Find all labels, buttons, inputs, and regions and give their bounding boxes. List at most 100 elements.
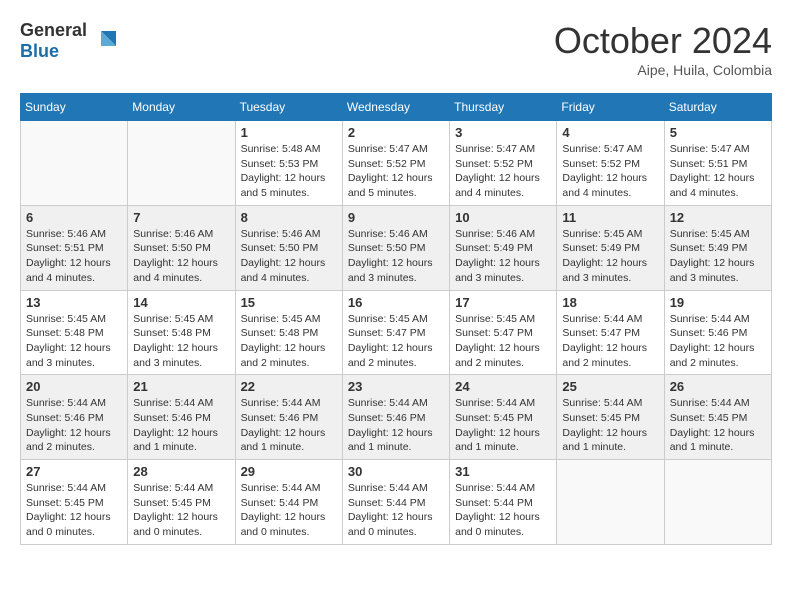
calendar-body: 1 Sunrise: 5:48 AM Sunset: 5:53 PM Daylig…: [21, 121, 772, 545]
day-number: 16: [348, 295, 444, 310]
calendar-cell: 11 Sunrise: 5:45 AM Sunset: 5:49 PM Dayli…: [557, 205, 664, 290]
day-number: 11: [562, 210, 658, 225]
day-number: 8: [241, 210, 337, 225]
calendar-cell: 14 Sunrise: 5:45 AM Sunset: 5:48 PM Dayli…: [128, 290, 235, 375]
day-number: 29: [241, 464, 337, 479]
day-number: 6: [26, 210, 122, 225]
day-info: Sunrise: 5:45 AM Sunset: 5:49 PM Dayligh…: [562, 227, 658, 286]
day-number: 19: [670, 295, 766, 310]
day-info: Sunrise: 5:45 AM Sunset: 5:49 PM Dayligh…: [670, 227, 766, 286]
calendar-cell: 25 Sunrise: 5:44 AM Sunset: 5:45 PM Dayli…: [557, 375, 664, 460]
day-info: Sunrise: 5:46 AM Sunset: 5:50 PM Dayligh…: [348, 227, 444, 286]
day-info: Sunrise: 5:44 AM Sunset: 5:45 PM Dayligh…: [455, 396, 551, 455]
day-info: Sunrise: 5:44 AM Sunset: 5:46 PM Dayligh…: [348, 396, 444, 455]
day-info: Sunrise: 5:47 AM Sunset: 5:52 PM Dayligh…: [455, 142, 551, 201]
day-info: Sunrise: 5:47 AM Sunset: 5:52 PM Dayligh…: [348, 142, 444, 201]
calendar-header: SundayMondayTuesdayWednesdayThursdayFrid…: [21, 94, 772, 121]
calendar-cell: 29 Sunrise: 5:44 AM Sunset: 5:44 PM Dayli…: [235, 460, 342, 545]
calendar-cell: 12 Sunrise: 5:45 AM Sunset: 5:49 PM Dayli…: [664, 205, 771, 290]
day-number: 10: [455, 210, 551, 225]
day-number: 24: [455, 379, 551, 394]
calendar-cell: 4 Sunrise: 5:47 AM Sunset: 5:52 PM Daylig…: [557, 121, 664, 206]
calendar-week-2: 6 Sunrise: 5:46 AM Sunset: 5:51 PM Daylig…: [21, 205, 772, 290]
day-info: Sunrise: 5:44 AM Sunset: 5:45 PM Dayligh…: [26, 481, 122, 540]
calendar-week-4: 20 Sunrise: 5:44 AM Sunset: 5:46 PM Dayli…: [21, 375, 772, 460]
calendar-cell: 16 Sunrise: 5:45 AM Sunset: 5:47 PM Dayli…: [342, 290, 449, 375]
weekday-row: SundayMondayTuesdayWednesdayThursdayFrid…: [21, 94, 772, 121]
day-info: Sunrise: 5:45 AM Sunset: 5:48 PM Dayligh…: [26, 312, 122, 371]
day-number: 20: [26, 379, 122, 394]
calendar-cell: [664, 460, 771, 545]
calendar-cell: 22 Sunrise: 5:44 AM Sunset: 5:46 PM Dayli…: [235, 375, 342, 460]
day-number: 28: [133, 464, 229, 479]
day-number: 3: [455, 125, 551, 140]
day-info: Sunrise: 5:45 AM Sunset: 5:48 PM Dayligh…: [133, 312, 229, 371]
day-info: Sunrise: 5:44 AM Sunset: 5:46 PM Dayligh…: [26, 396, 122, 455]
calendar-cell: 2 Sunrise: 5:47 AM Sunset: 5:52 PM Daylig…: [342, 121, 449, 206]
calendar-cell: [557, 460, 664, 545]
day-number: 9: [348, 210, 444, 225]
calendar-cell: 23 Sunrise: 5:44 AM Sunset: 5:46 PM Dayli…: [342, 375, 449, 460]
title-section: October 2024 Aipe, Huila, Colombia: [554, 20, 772, 78]
weekday-header-sunday: Sunday: [21, 94, 128, 121]
day-number: 5: [670, 125, 766, 140]
day-info: Sunrise: 5:45 AM Sunset: 5:47 PM Dayligh…: [348, 312, 444, 371]
day-info: Sunrise: 5:44 AM Sunset: 5:44 PM Dayligh…: [241, 481, 337, 540]
calendar-week-1: 1 Sunrise: 5:48 AM Sunset: 5:53 PM Daylig…: [21, 121, 772, 206]
calendar: SundayMondayTuesdayWednesdayThursdayFrid…: [20, 93, 772, 545]
day-number: 30: [348, 464, 444, 479]
day-info: Sunrise: 5:44 AM Sunset: 5:45 PM Dayligh…: [562, 396, 658, 455]
calendar-cell: 20 Sunrise: 5:44 AM Sunset: 5:46 PM Dayli…: [21, 375, 128, 460]
day-number: 23: [348, 379, 444, 394]
weekday-header-wednesday: Wednesday: [342, 94, 449, 121]
calendar-cell: 30 Sunrise: 5:44 AM Sunset: 5:44 PM Dayli…: [342, 460, 449, 545]
calendar-cell: 10 Sunrise: 5:46 AM Sunset: 5:49 PM Dayli…: [450, 205, 557, 290]
calendar-cell: 7Sunrise: 5:46 AM Sunset: 5:50 PM Daylig…: [128, 205, 235, 290]
calendar-cell: 6 Sunrise: 5:46 AM Sunset: 5:51 PM Daylig…: [21, 205, 128, 290]
day-info: Sunrise: 5:44 AM Sunset: 5:46 PM Dayligh…: [670, 312, 766, 371]
day-number: 17: [455, 295, 551, 310]
calendar-cell: 24 Sunrise: 5:44 AM Sunset: 5:45 PM Dayli…: [450, 375, 557, 460]
day-info: Sunrise: 5:46 AM Sunset: 5:50 PM Dayligh…: [133, 227, 229, 286]
day-number: 31: [455, 464, 551, 479]
day-number: 4: [562, 125, 658, 140]
logo: General Blue: [20, 20, 121, 62]
day-info: Sunrise: 5:46 AM Sunset: 5:50 PM Dayligh…: [241, 227, 337, 286]
day-number: 12: [670, 210, 766, 225]
day-info: Sunrise: 5:44 AM Sunset: 5:45 PM Dayligh…: [670, 396, 766, 455]
day-number: 2: [348, 125, 444, 140]
day-number: 14: [133, 295, 229, 310]
day-number: 21: [133, 379, 229, 394]
calendar-cell: [128, 121, 235, 206]
day-number: 25: [562, 379, 658, 394]
calendar-cell: 9 Sunrise: 5:46 AM Sunset: 5:50 PM Daylig…: [342, 205, 449, 290]
header: General Blue October 2024 Aipe, Huila, C…: [20, 20, 772, 78]
calendar-cell: 27Sunrise: 5:44 AM Sunset: 5:45 PM Dayli…: [21, 460, 128, 545]
day-info: Sunrise: 5:47 AM Sunset: 5:51 PM Dayligh…: [670, 142, 766, 201]
weekday-header-saturday: Saturday: [664, 94, 771, 121]
calendar-week-5: 27Sunrise: 5:44 AM Sunset: 5:45 PM Dayli…: [21, 460, 772, 545]
day-info: Sunrise: 5:48 AM Sunset: 5:53 PM Dayligh…: [241, 142, 337, 201]
day-info: Sunrise: 5:45 AM Sunset: 5:48 PM Dayligh…: [241, 312, 337, 371]
calendar-cell: 3 Sunrise: 5:47 AM Sunset: 5:52 PM Daylig…: [450, 121, 557, 206]
day-info: Sunrise: 5:44 AM Sunset: 5:44 PM Dayligh…: [348, 481, 444, 540]
day-info: Sunrise: 5:44 AM Sunset: 5:46 PM Dayligh…: [241, 396, 337, 455]
calendar-cell: 18Sunrise: 5:44 AM Sunset: 5:47 PM Dayli…: [557, 290, 664, 375]
location-subtitle: Aipe, Huila, Colombia: [554, 62, 772, 78]
day-info: Sunrise: 5:45 AM Sunset: 5:47 PM Dayligh…: [455, 312, 551, 371]
day-number: 26: [670, 379, 766, 394]
calendar-cell: [21, 121, 128, 206]
calendar-cell: 13Sunrise: 5:45 AM Sunset: 5:48 PM Dayli…: [21, 290, 128, 375]
logo-blue: Blue: [20, 41, 59, 61]
day-info: Sunrise: 5:46 AM Sunset: 5:49 PM Dayligh…: [455, 227, 551, 286]
day-info: Sunrise: 5:47 AM Sunset: 5:52 PM Dayligh…: [562, 142, 658, 201]
day-number: 1: [241, 125, 337, 140]
day-info: Sunrise: 5:44 AM Sunset: 5:46 PM Dayligh…: [133, 396, 229, 455]
calendar-cell: 8 Sunrise: 5:46 AM Sunset: 5:50 PM Daylig…: [235, 205, 342, 290]
day-info: Sunrise: 5:46 AM Sunset: 5:51 PM Dayligh…: [26, 227, 122, 286]
month-title: October 2024: [554, 20, 772, 62]
day-number: 15: [241, 295, 337, 310]
day-number: 22: [241, 379, 337, 394]
day-info: Sunrise: 5:44 AM Sunset: 5:45 PM Dayligh…: [133, 481, 229, 540]
weekday-header-monday: Monday: [128, 94, 235, 121]
